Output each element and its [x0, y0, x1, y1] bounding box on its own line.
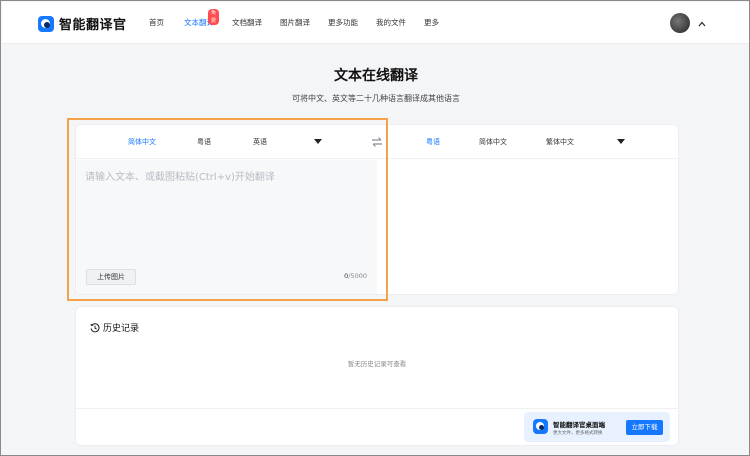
- nav-item-my-files[interactable]: 我的文件: [376, 2, 406, 44]
- upload-image-button[interactable]: 上传图片: [86, 269, 136, 285]
- target-lang-simplified-chinese[interactable]: 简体中文: [479, 137, 507, 147]
- main-nav: 首页 文本翻译 免费 文档翻译 图片翻译 更多功能 我的文件 更多: [149, 2, 439, 44]
- swap-arrows-icon[interactable]: [371, 136, 383, 148]
- download-now-button[interactable]: 立即下载: [626, 420, 663, 435]
- source-text-input[interactable]: [85, 168, 365, 258]
- source-lang-dropdown-icon[interactable]: [314, 139, 322, 144]
- app-name: 智能翻译官: [59, 18, 127, 33]
- nav-item-more-features[interactable]: 更多功能: [328, 2, 358, 44]
- history-title: 历史记录: [103, 324, 140, 334]
- nav-item-document-translate[interactable]: 文档翻译: [232, 2, 262, 44]
- history-empty-text: 暂无历史记录可查看: [347, 360, 407, 368]
- history-clock-icon: [90, 322, 100, 332]
- translate-logo-icon: [38, 15, 54, 32]
- translate-logo-icon: [533, 419, 548, 434]
- target-lang-cantonese[interactable]: 粤语: [426, 137, 440, 147]
- language-bar: 简体中文 粤语 英语 粤语 简体中文 繁体中文: [76, 125, 678, 159]
- nav-item-more[interactable]: 更多: [424, 2, 439, 44]
- target-lang-dropdown-icon[interactable]: [617, 139, 625, 144]
- char-count-max: /5000: [348, 272, 367, 280]
- history-header: 历史记录: [90, 321, 139, 334]
- source-lang-simplified-chinese[interactable]: 简体中文: [128, 137, 156, 147]
- translator-panel: 简体中文 粤语 英语 粤语 简体中文 繁体中文 上传图片 0/5000: [75, 124, 679, 295]
- nav-item-home[interactable]: 首页: [149, 2, 164, 44]
- target-lang-traditional-chinese[interactable]: 繁体中文: [546, 137, 574, 147]
- app-frame: 智能翻译官 首页 文本翻译 免费 文档翻译 图片翻译 更多功能 我的文件 更多 …: [0, 0, 750, 456]
- history-divider: [76, 408, 678, 409]
- page-subtitle: 可将中文、英文等二十几种语言翻译成其他语言: [292, 94, 460, 103]
- chevron-up-icon[interactable]: [698, 20, 706, 28]
- page-title: 文本在线翻译: [334, 68, 418, 84]
- source-lang-english[interactable]: 英语: [253, 137, 267, 147]
- desktop-app-promo: 智能翻译官桌面端 更大文件，更多格式转换 立即下载: [524, 412, 670, 442]
- source-lang-cantonese[interactable]: 粤语: [197, 137, 211, 147]
- user-avatar[interactable]: [670, 13, 690, 33]
- nav-item-text-translate[interactable]: 文本翻译 免费: [184, 2, 220, 44]
- top-header: 智能翻译官 首页 文本翻译 免费 文档翻译 图片翻译 更多功能 我的文件 更多: [2, 2, 749, 44]
- nav-item-image-translate[interactable]: 图片翻译: [280, 2, 310, 44]
- source-text-area: 上传图片 0/5000: [77, 160, 377, 294]
- char-counter: 0/5000: [344, 272, 367, 280]
- promo-subtitle: 更大文件，更多格式转换: [553, 431, 603, 436]
- free-badge: 免费: [208, 9, 220, 25]
- app-logo[interactable]: 智能翻译官: [38, 14, 127, 33]
- promo-title: 智能翻译官桌面端: [553, 421, 605, 429]
